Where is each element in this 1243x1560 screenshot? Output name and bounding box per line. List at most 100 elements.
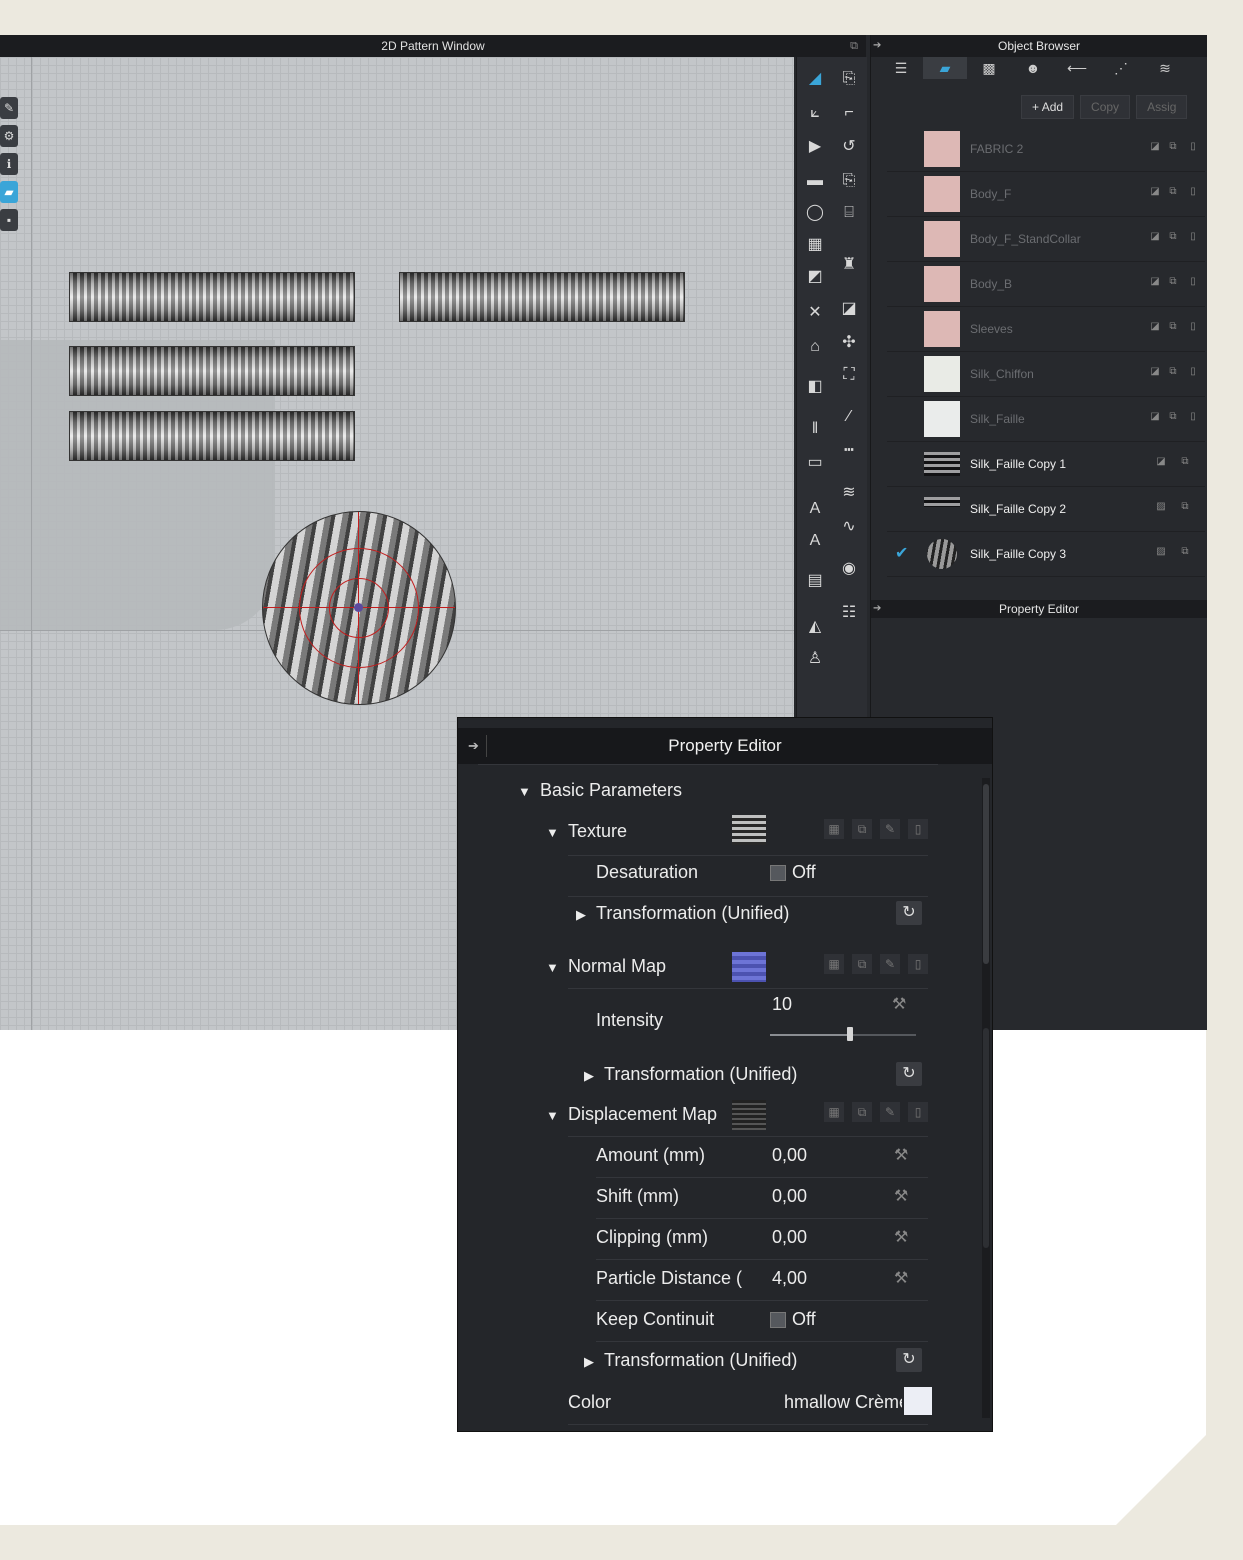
delete-icon[interactable]: ▯ [1187, 186, 1199, 198]
visibility-icon[interactable]: ◪ [1149, 276, 1161, 288]
collapse-triangle-icon[interactable]: ▼ [546, 960, 559, 975]
visibility-icon[interactable]: ◪ [1149, 141, 1161, 153]
grid-icon[interactable]: ▤ [801, 569, 829, 593]
wrench-icon[interactable]: ⚒ [894, 1227, 908, 1247]
circle-icon[interactable]: ◯ [801, 201, 829, 225]
hidden-icon[interactable]: ▨ [1155, 546, 1167, 558]
edit-icon[interactable]: ✎ [880, 954, 900, 974]
copy-icon[interactable]: ⧉ [1167, 231, 1179, 243]
scrollbar[interactable] [982, 778, 990, 1418]
intensity-slider[interactable] [770, 1027, 916, 1041]
expand-triangle-icon[interactable]: ▶ [576, 907, 586, 923]
visibility-icon[interactable]: ◪ [1149, 321, 1161, 333]
color-name[interactable]: hmallow Crème [784, 1392, 902, 1413]
cut-icon[interactable]: ✕ [801, 301, 829, 325]
list-item[interactable]: Sleeves ◪ ⧉ ▯ [887, 307, 1205, 352]
reset-icon[interactable]: ↻ [896, 901, 922, 925]
intensity-slider-knob[interactable] [847, 1027, 854, 1041]
list-item[interactable]: Silk_Faille Copy 2 ▨ ⧉ [887, 487, 1205, 532]
transform-pattern-icon[interactable]: ◢ [801, 67, 829, 91]
edit-curve-icon[interactable]: ⟀ [801, 101, 829, 125]
trace-icon[interactable]: ◧ [801, 375, 829, 399]
collapse-triangle-icon[interactable]: ▼ [546, 825, 559, 840]
puckering-tab-icon[interactable]: ≋ [1143, 57, 1187, 79]
copy-icon[interactable]: ⧉ [1179, 546, 1191, 558]
reset-icon[interactable]: ↻ [896, 1348, 922, 1372]
button-icon[interactable]: ◉ [835, 557, 863, 581]
intensity-value[interactable]: 10 [772, 994, 792, 1015]
copy-icon[interactable]: ⧉ [1167, 321, 1179, 333]
copy-icon[interactable]: ⧉ [1167, 366, 1179, 378]
edit-texture-icon[interactable]: ⎘ [835, 67, 863, 91]
pen-tool-icon[interactable]: ✎ [0, 97, 18, 119]
list-item[interactable]: Silk_Faille ◪ ⧉ ▯ [887, 397, 1205, 442]
pin-icon[interactable]: ⛶ [835, 363, 863, 387]
pin-icon[interactable]: ➔ [873, 35, 881, 57]
list-item[interactable]: Body_B ◪ ⧉ ▯ [887, 262, 1205, 307]
delete-icon[interactable]: ▯ [1187, 366, 1199, 378]
list-item[interactable]: ✔ Silk_Faille Copy 3 ▨ ⧉ [887, 532, 1205, 577]
expand-triangle-icon[interactable]: ▶ [584, 1068, 594, 1084]
fabric-tool-icon[interactable]: ▰ [0, 181, 18, 203]
wrench-icon[interactable]: ⚒ [894, 1186, 908, 1206]
measure-icon[interactable]: ‖ [801, 417, 829, 441]
garment-icon[interactable]: ♜ [835, 253, 863, 277]
copy-icon[interactable]: ⧉ [1167, 411, 1179, 423]
pattern-piece[interactable] [69, 346, 355, 396]
pattern-piece[interactable] [399, 272, 685, 322]
list-item[interactable]: Silk_Faille Copy 1 ◪ ⧉ [887, 442, 1205, 487]
delete-icon[interactable]: ▯ [1187, 321, 1199, 333]
wrench-icon[interactable]: ⚒ [892, 994, 906, 1014]
visibility-icon[interactable]: ◪ [1149, 231, 1161, 243]
scrollbar-thumb[interactable] [983, 784, 989, 964]
avatar-icon[interactable]: ♙ [801, 647, 829, 671]
internal-rectangle-icon[interactable]: ▦ [801, 233, 829, 257]
buttonhole-tab-icon[interactable]: ⟵ [1055, 57, 1099, 79]
collapse-triangle-icon[interactable]: ▼ [518, 784, 531, 799]
delete-icon[interactable]: ▯ [1187, 411, 1199, 423]
misc-tool-icon[interactable]: ▪ [0, 209, 18, 231]
list-item[interactable]: FABRIC 2 ◪ ⧉ ▯ [887, 127, 1205, 172]
particle-distance-value[interactable]: 4,00 [772, 1268, 807, 1289]
delete-icon[interactable]: ▯ [908, 1102, 928, 1122]
edit-icon[interactable]: ✎ [880, 819, 900, 839]
grid-icon[interactable]: ▦ [824, 1102, 844, 1122]
delete-icon[interactable]: ▯ [908, 954, 928, 974]
dart-icon[interactable]: ◩ [801, 265, 829, 289]
delete-icon[interactable]: ▯ [908, 819, 928, 839]
texture-thumbnail[interactable] [732, 815, 766, 845]
iron-icon[interactable]: ⌸ [835, 201, 863, 225]
hidden-icon[interactable]: ▨ [1155, 501, 1167, 513]
curve-point-icon[interactable]: ↺ [835, 135, 863, 159]
pattern-piece[interactable] [69, 411, 355, 461]
fabric-tab-icon[interactable]: ▰ [923, 57, 967, 79]
popout-icon[interactable]: ⧉ [850, 35, 858, 57]
expand-triangle-icon[interactable]: ▶ [584, 1354, 594, 1370]
pleat-icon[interactable]: ◭ [801, 615, 829, 639]
pin-icon[interactable]: ➔ [873, 600, 881, 618]
displacement-map-thumbnail[interactable] [732, 1100, 766, 1130]
grid-icon[interactable]: ▦ [824, 819, 844, 839]
dashed-line-icon[interactable]: ┅ [835, 439, 863, 463]
list-item[interactable]: Silk_Chiffon ◪ ⧉ ▯ [887, 352, 1205, 397]
copy-icon[interactable]: ⧉ [1167, 186, 1179, 198]
copy-icon[interactable]: ⧉ [1179, 501, 1191, 513]
rectangle-icon[interactable]: ▬ [801, 169, 829, 193]
add-button[interactable]: + Add [1021, 95, 1075, 119]
color-swatch[interactable] [904, 1387, 932, 1415]
info-tool-icon[interactable]: ℹ [0, 153, 18, 175]
lasso-icon[interactable]: ⌂ [801, 335, 829, 359]
button-tab-icon[interactable]: ☻ [1011, 57, 1055, 79]
polygon-icon[interactable]: ▶ [801, 135, 829, 159]
list-item[interactable]: Body_F_StandCollar ◪ ⧉ ▯ [887, 217, 1205, 262]
text-icon[interactable]: A [801, 497, 829, 521]
topstitch-tab-icon[interactable]: ⋰ [1099, 57, 1143, 79]
visibility-icon[interactable]: ◪ [1149, 186, 1161, 198]
zipper-icon[interactable]: ≋ [835, 481, 863, 505]
segment-icon[interactable]: ⌐ [835, 101, 863, 125]
list-tab-icon[interactable]: ☰ [879, 57, 923, 79]
line-icon[interactable]: ⁄ [835, 405, 863, 429]
desaturation-checkbox[interactable] [770, 865, 786, 881]
transform-center-handle[interactable] [354, 603, 363, 612]
internal-shape-icon[interactable]: ⎘ [835, 169, 863, 193]
